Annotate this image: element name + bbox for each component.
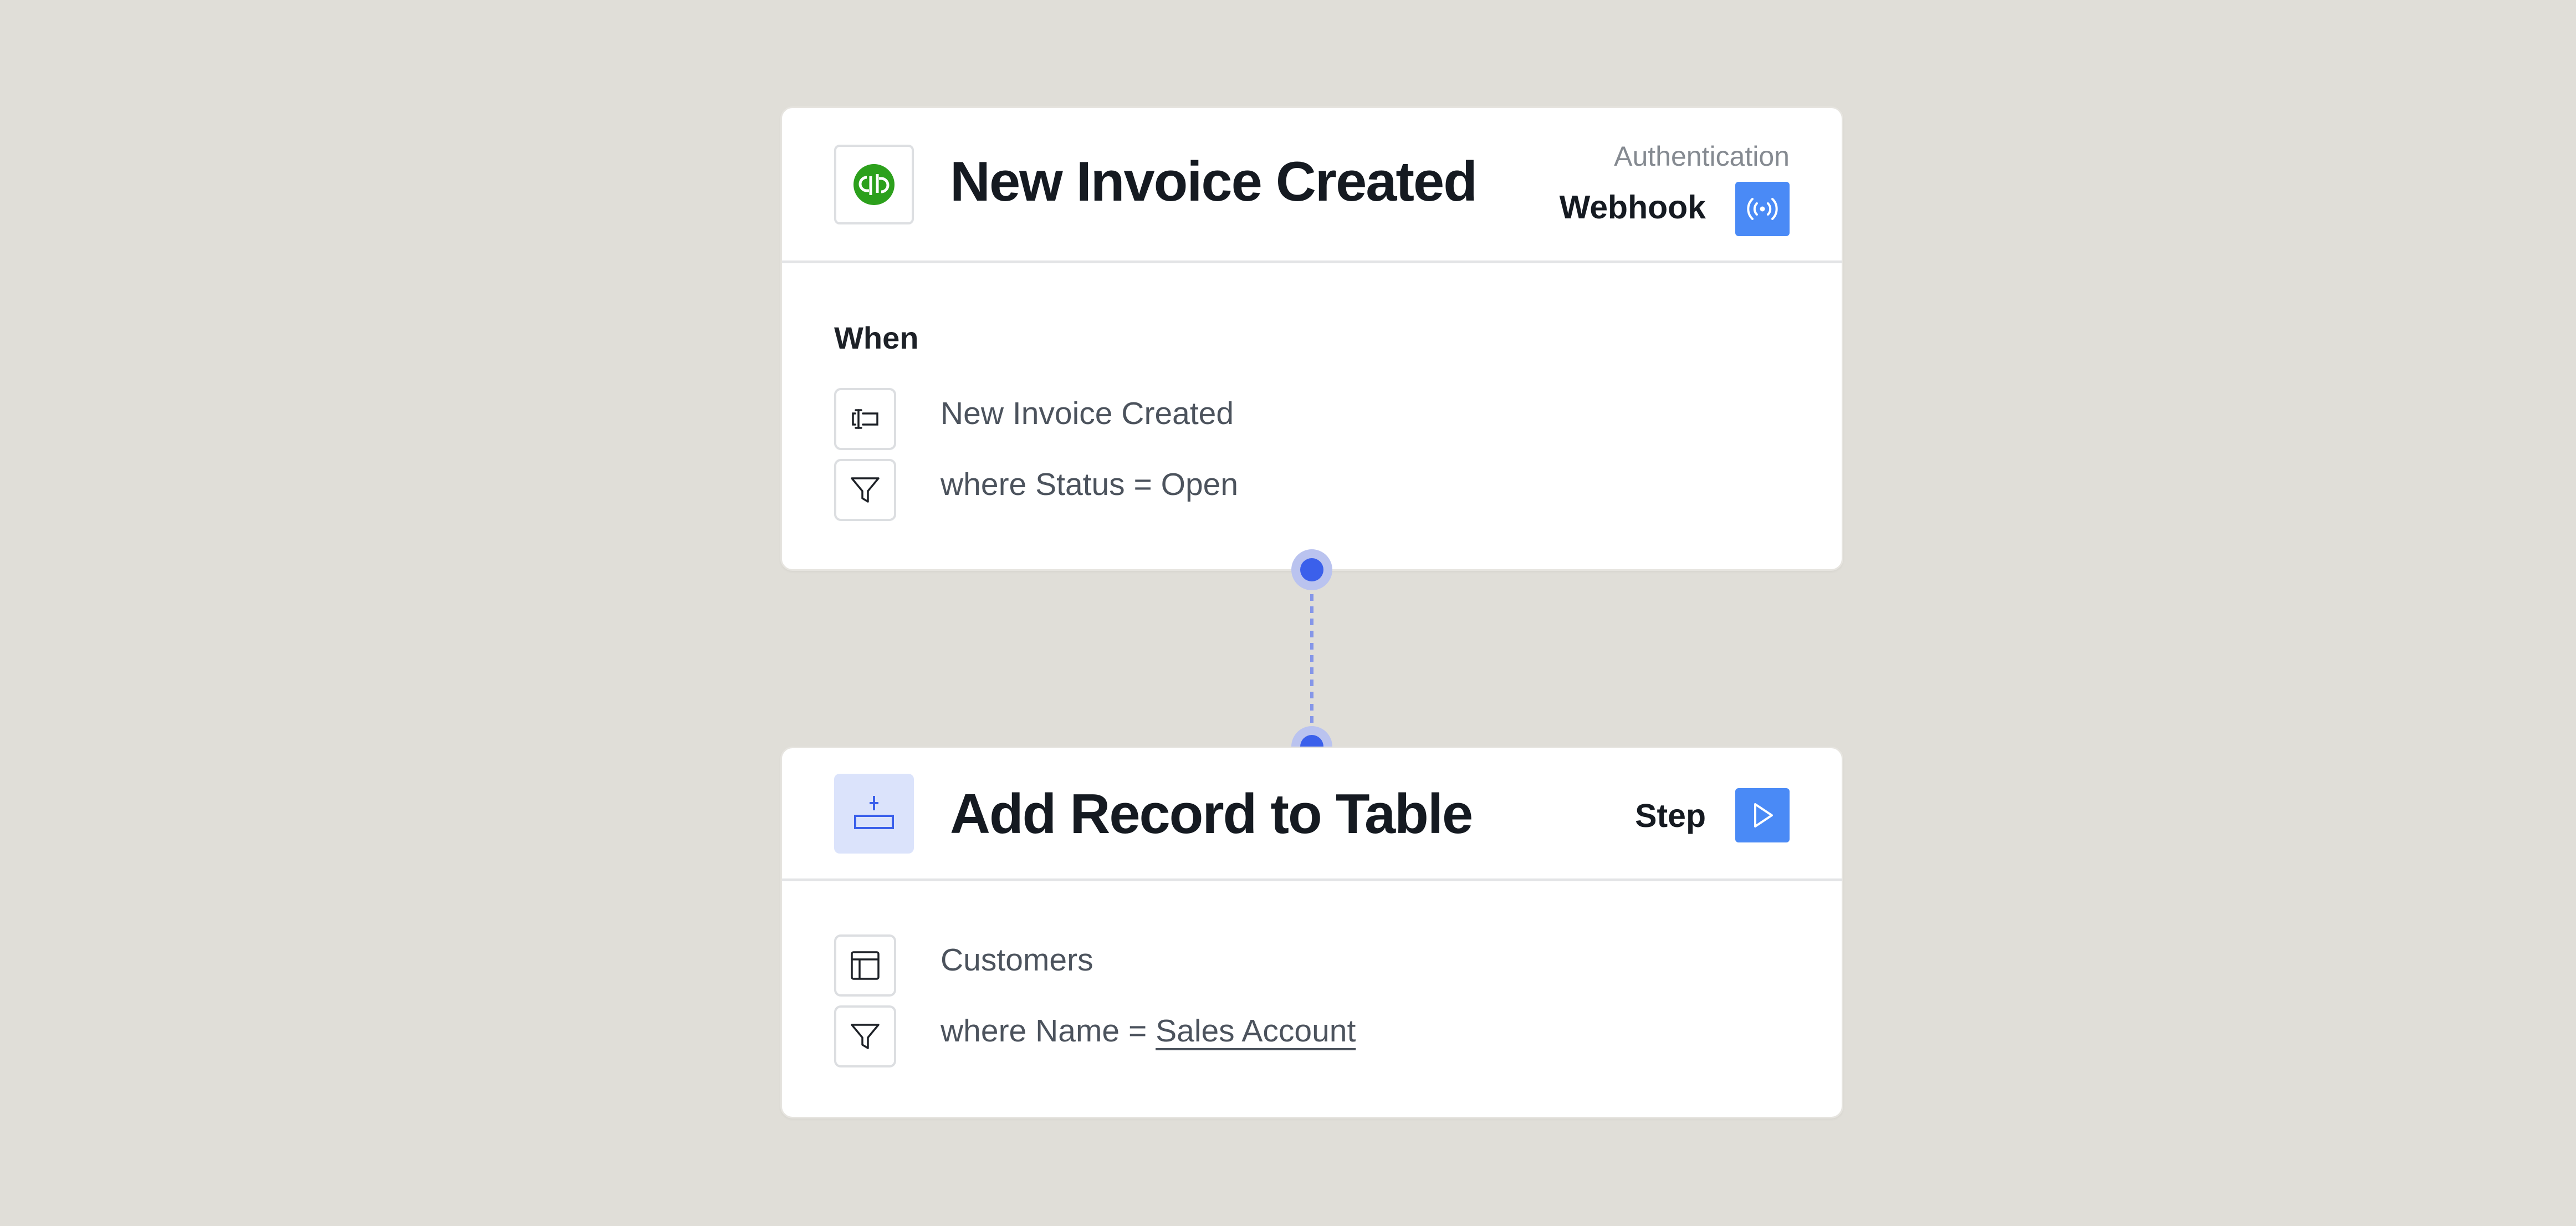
play-icon[interactable] — [1735, 788, 1790, 842]
trigger-title: New Invoice Created — [950, 151, 1478, 213]
filter-icon — [834, 1005, 896, 1067]
quickbooks-logo-icon — [834, 145, 914, 224]
step-card-header: Add Record to Table Step — [782, 748, 1842, 881]
sales-account-value-link[interactable]: Sales Account — [1156, 1013, 1356, 1049]
table-name-text: Customers — [941, 942, 1093, 978]
step-card[interactable]: Add Record to Table Step Customers where… — [780, 747, 1843, 1118]
authentication-label: Authentication — [1614, 141, 1790, 172]
broadcast-icon[interactable] — [1735, 182, 1790, 236]
webhook-label: Webhook — [1559, 189, 1706, 226]
connector-output-node[interactable] — [1291, 549, 1332, 590]
trigger-filter-text: where Status = Open — [941, 467, 1239, 502]
step-title: Add Record to Table — [950, 783, 1473, 845]
add-record-icon — [834, 774, 914, 854]
step-filter-prefix: where Name = — [941, 1013, 1156, 1049]
trigger-card[interactable]: New Invoice Created Authentication Webho… — [780, 106, 1843, 571]
trigger-event-text: New Invoice Created — [941, 396, 1234, 431]
connector-line — [1310, 570, 1313, 747]
when-label: When — [834, 320, 919, 355]
step-label: Step — [1635, 798, 1706, 834]
step-filter-text: where Name = Sales Account — [941, 1013, 1356, 1049]
trigger-card-header: New Invoice Created Authentication Webho… — [782, 108, 1842, 263]
table-icon — [834, 934, 896, 997]
filter-icon — [834, 459, 896, 521]
text-cursor-icon — [834, 388, 896, 450]
